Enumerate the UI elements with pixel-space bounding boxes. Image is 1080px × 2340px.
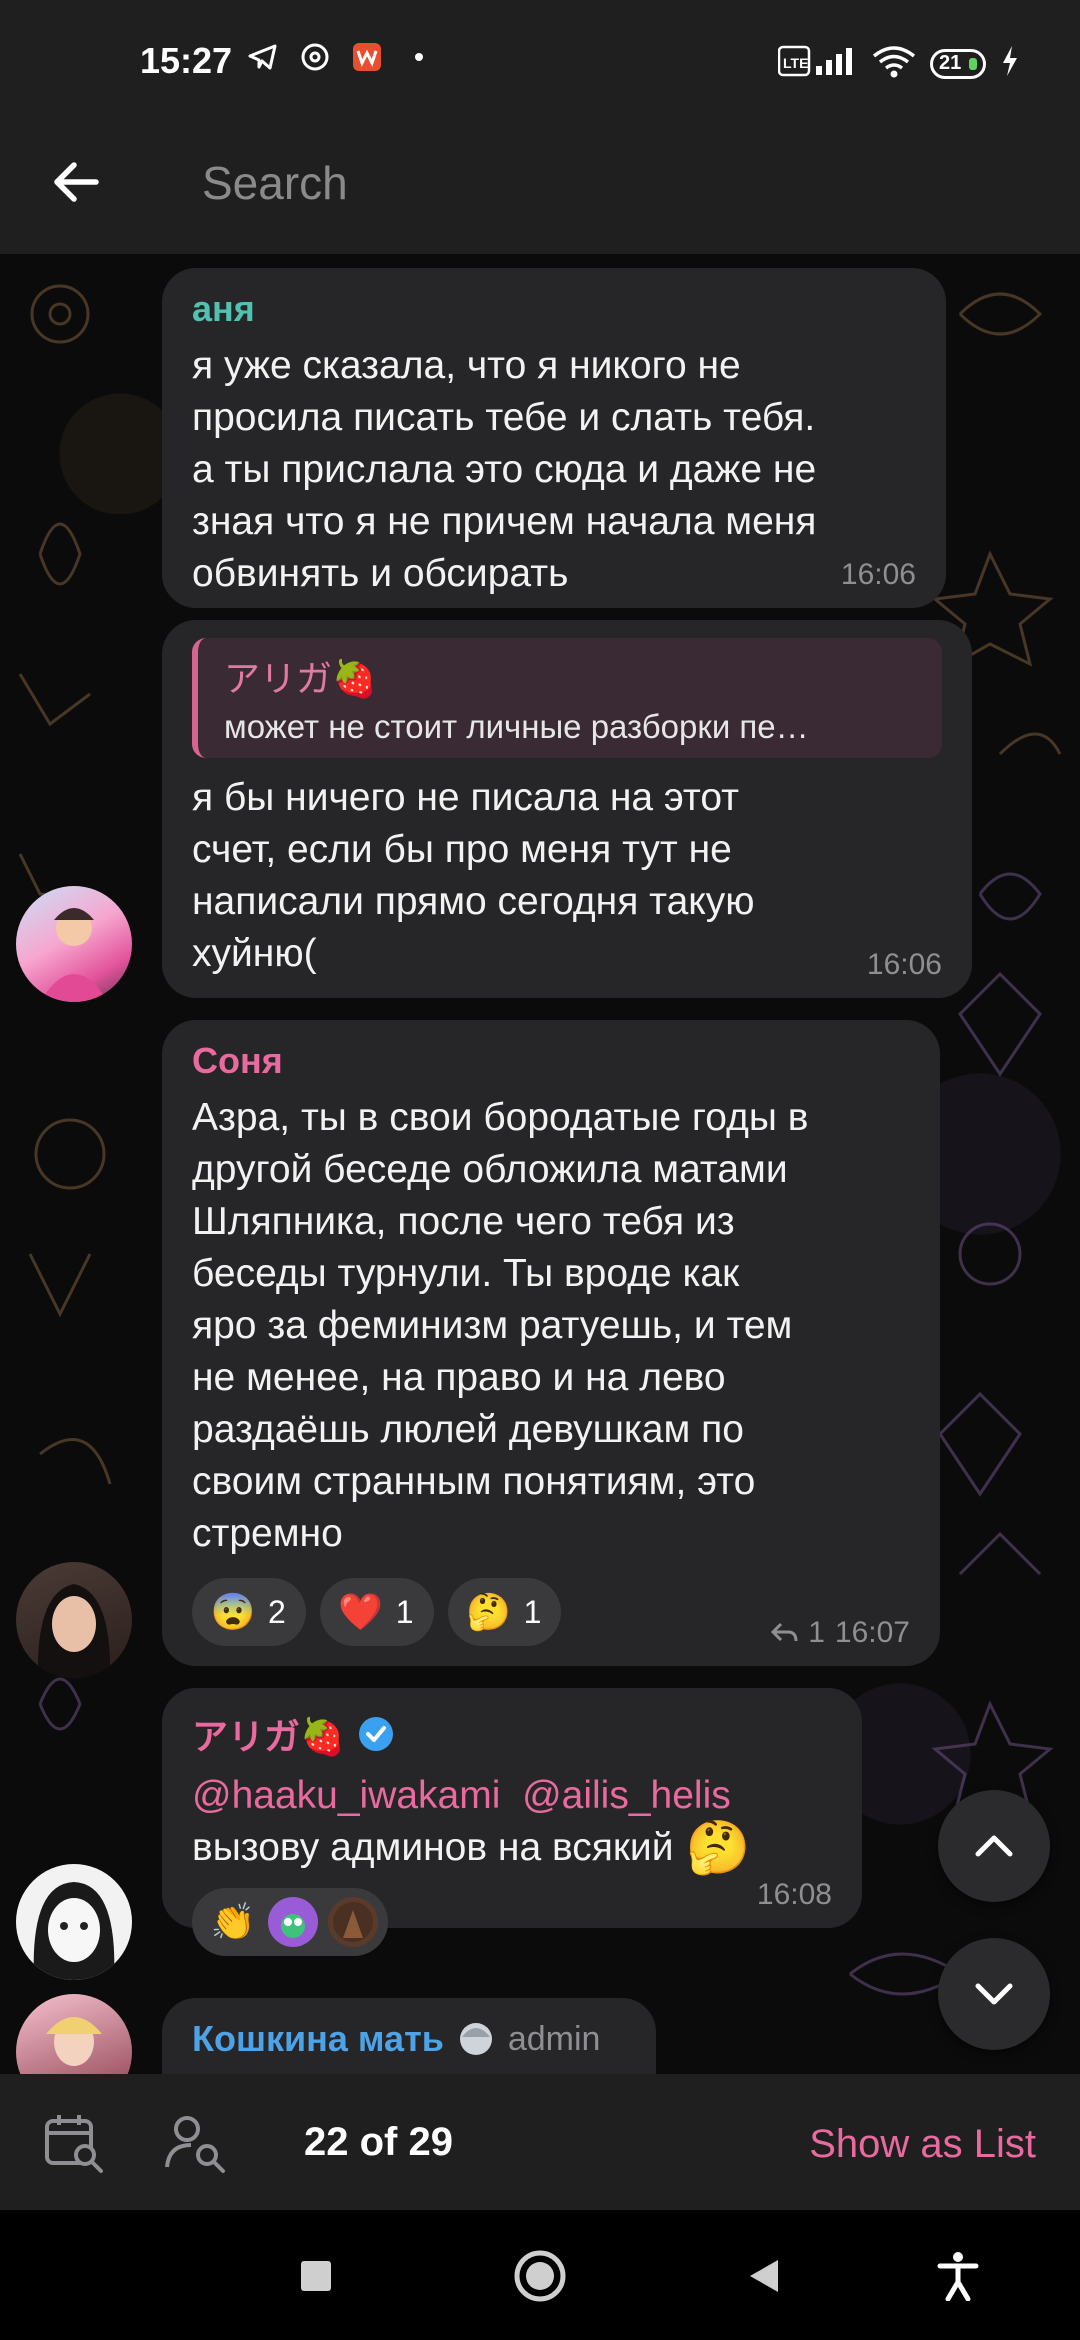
chat-area[interactable]: аня я уже сказала, что я никого не проси… [0, 254, 1080, 2074]
sender-row[interactable]: Кошкина мать admin [192, 2018, 626, 2060]
avatar[interactable] [16, 886, 132, 1002]
search-by-user-button[interactable] [160, 2108, 230, 2178]
reaction-chip[interactable]: ❤️ 1 [319, 1578, 434, 1646]
message-bubble[interactable]: Кошкина мать admin [162, 1998, 656, 2074]
status-notification-icons [246, 40, 436, 74]
sender-name[interactable]: アリガ🍓 [192, 1708, 345, 1760]
at-sign-icon [298, 40, 332, 74]
reply-count: 1 [808, 1616, 825, 1649]
scroll-up-button[interactable] [938, 1790, 1050, 1902]
search-input[interactable] [200, 152, 1024, 214]
clapping-hands-icon: 👏 [210, 1901, 256, 1942]
mention-links[interactable]: @haaku_iwakami @ailis_helis [192, 1770, 832, 1822]
square-icon [301, 2261, 331, 2291]
search-top-bar [0, 120, 1080, 254]
reactor-avatar-icon [328, 1897, 378, 1947]
message-time: 16:06 [840, 558, 916, 591]
fearful-face-icon: 😨 [210, 1591, 256, 1632]
volte-icon: LTE [777, 44, 858, 83]
message-text: я уже сказала, что я никого не просила п… [192, 344, 817, 595]
wifi-icon [872, 44, 916, 83]
search-by-date-button[interactable] [38, 2108, 108, 2178]
reaction-chip[interactable]: 😨 2 [192, 1578, 306, 1646]
message-time-meta[interactable]: 1 16:07 [770, 1616, 910, 1650]
reaction-chip[interactable]: 👏 [192, 1888, 388, 1956]
sender-row[interactable]: アリガ🍓 [192, 1708, 832, 1760]
svg-text:LTE: LTE [783, 55, 808, 71]
home-circle-icon [514, 2250, 566, 2302]
message-bubble[interactable]: アリガ🍓 может не стоит личные разборки пе… … [162, 620, 972, 998]
message-text-row: вызову админов на всякий 🤔 [192, 1822, 832, 1874]
chevron-down-icon [975, 1983, 1013, 2005]
reaction-chip[interactable]: 🤔 1 [447, 1578, 562, 1646]
reply-sender-name: アリガ🍓 [224, 658, 377, 699]
arrow-left-icon [54, 162, 99, 202]
system-navigation-bar [0, 2210, 1080, 2340]
role-tag: admin [507, 2019, 601, 2058]
sender-name[interactable]: Кошкина мать [192, 2018, 444, 2060]
search-navigation-bar: 22 of 29 Show as List [0, 2074, 1080, 2210]
reactor-avatar-icon [268, 1897, 318, 1947]
heart-icon: ❤️ [338, 1591, 384, 1632]
calendar-search-icon [45, 2115, 103, 2173]
triangle-back-icon [750, 2260, 778, 2292]
message-time: 16:08 [756, 1878, 832, 1911]
thinking-emoji-icon: 🤔 [685, 1819, 751, 1877]
verified-badge-icon [358, 1717, 393, 1751]
accessibility-button[interactable] [928, 2246, 988, 2306]
reply-text: может не стоит личные разборки пе… [224, 708, 809, 745]
avatar[interactable] [16, 1562, 132, 1678]
home-button[interactable] [510, 2246, 570, 2306]
battery-indicator: 21 [930, 48, 986, 79]
sender-name[interactable]: Соня [192, 1040, 910, 1082]
reaction-count: 2 [268, 1593, 286, 1630]
avatar[interactable] [16, 1864, 132, 1980]
wps-icon [350, 40, 384, 74]
search-result-counter: 22 of 29 [304, 2120, 453, 2164]
user-search-icon [165, 2116, 225, 2173]
reaction-count: 1 [395, 1593, 414, 1630]
reply-arrow-icon [771, 1622, 798, 1642]
message-text: вызову админов на всякий [192, 1826, 674, 1869]
message-text: я бы ничего не писала на этот счет, если… [192, 776, 755, 975]
custom-emoji-status-icon [459, 2023, 492, 2055]
scroll-down-button[interactable] [938, 1938, 1050, 2050]
accessibility-icon [937, 2252, 979, 2301]
message-time: 16:06 [866, 948, 942, 981]
reply-preview[interactable]: アリガ🍓 может не стоит личные разборки пе… [192, 638, 942, 758]
chevron-up-icon [975, 1835, 1013, 1857]
sender-name[interactable]: аня [192, 288, 916, 330]
dot-icon [402, 40, 436, 74]
system-back-button[interactable] [734, 2246, 794, 2306]
message-bubble[interactable]: アリガ🍓 @haaku_iwakami @ailis_helis вызову … [162, 1688, 862, 1956]
back-button[interactable] [44, 150, 108, 214]
message-bubble[interactable]: аня я уже сказала, что я никого не проси… [162, 268, 946, 608]
recents-button[interactable] [286, 2246, 346, 2306]
status-system-icons: LTE 21 [777, 44, 1020, 83]
message-bubble[interactable]: Соня Азра, ты в свои бородатые годы в др… [162, 1020, 940, 1666]
telegram-icon [246, 40, 280, 74]
charging-icon [1000, 44, 1020, 83]
message-time: 16:07 [834, 1616, 910, 1649]
show-as-list-button[interactable]: Show as List [809, 2122, 1036, 2167]
thinking-face-icon: 🤔 [466, 1591, 511, 1632]
message-text: Азра, ты в свои бородатые годы в другой … [192, 1096, 809, 1555]
battery-fill [969, 57, 977, 70]
battery-level: 21 [939, 52, 962, 74]
status-bar: 15:27 LTE 21 [0, 0, 1080, 120]
reactions-row: 👏 [192, 1888, 832, 1956]
reaction-count: 1 [523, 1593, 542, 1630]
